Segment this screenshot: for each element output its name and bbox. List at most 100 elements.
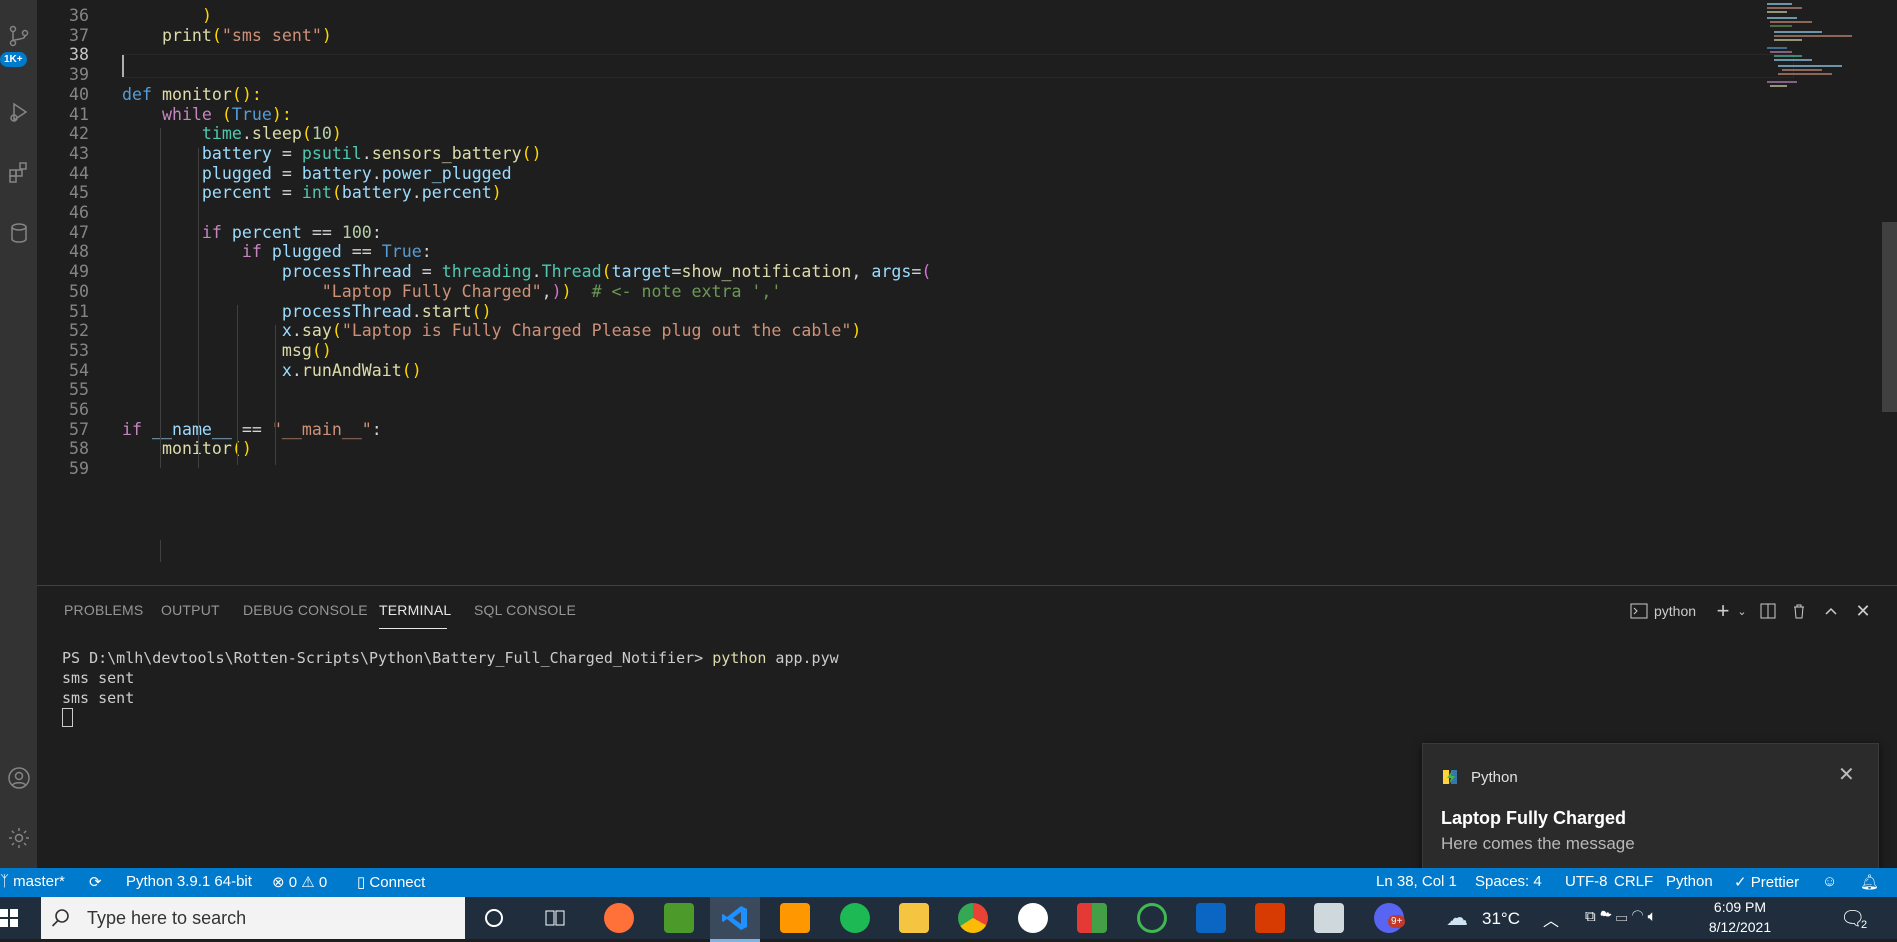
code-token: =	[671, 262, 682, 282]
editor-scrollbar[interactable]	[1882, 222, 1897, 412]
source-control-icon[interactable]	[0, 16, 37, 56]
microsoft-store-icon[interactable]	[1077, 903, 1107, 933]
code-token: .	[361, 143, 372, 163]
database-icon[interactable]	[0, 213, 37, 253]
tab-problems[interactable]: PROBLEMS	[64, 602, 143, 618]
code-token: percent	[122, 183, 282, 203]
cortana-icon[interactable]	[484, 908, 504, 928]
code-token: .	[291, 360, 302, 380]
tray-icons[interactable]: ⧉ ☁ ▭ ◠ 🔈︎	[1585, 908, 1657, 925]
chevron-down-icon[interactable]: ⌄	[1734, 600, 1750, 622]
code-token: True	[231, 104, 272, 124]
show-hidden-icons-chevron-icon[interactable]: ︿	[1543, 907, 1559, 931]
code-token: say	[301, 321, 332, 341]
terminal-args: app.pyw	[766, 649, 839, 667]
prettier-status[interactable]: ✓ Prettier	[1734, 873, 1799, 891]
taskbar-search-box[interactable]: Type here to search	[41, 897, 465, 939]
code-token: print	[122, 25, 212, 45]
code-token: )	[551, 281, 562, 301]
office-icon[interactable]	[1255, 903, 1285, 933]
vscode-taskbar-button[interactable]	[710, 897, 760, 942]
line-ending[interactable]: CRLF	[1614, 873, 1653, 890]
notification-toast[interactable]: Python ✕ Laptop Fully Charged Here comes…	[1422, 743, 1879, 887]
code-token: def	[122, 84, 162, 104]
trash-icon[interactable]	[1788, 600, 1810, 622]
terminal-output-line: sms sent	[62, 689, 135, 707]
encoding[interactable]: UTF-8	[1565, 873, 1608, 890]
code-token: :	[421, 242, 432, 262]
sublime-text-icon[interactable]	[780, 903, 810, 933]
python-interpreter[interactable]: Python 3.9.1 64-bit	[126, 873, 252, 890]
accounts-icon[interactable]	[0, 758, 37, 798]
windows-taskbar: Type here to search 9+ ☁ 31°C ︿ ⧉ ☁ ▭ ◠ …	[0, 897, 1897, 942]
new-terminal-plus-icon[interactable]: +	[1712, 598, 1734, 623]
notepad-icon[interactable]	[664, 903, 694, 933]
slack-icon[interactable]	[1018, 903, 1048, 933]
database-icon: ▯	[357, 874, 370, 891]
notification-app-name: Python	[1471, 769, 1518, 786]
notifications-bell-icon[interactable]: 🔔︎	[1860, 873, 1879, 891]
language-mode[interactable]: Python	[1666, 873, 1713, 890]
code-token: .	[241, 124, 252, 144]
close-panel-icon[interactable]: ✕	[1852, 600, 1874, 622]
settings-gear-icon[interactable]	[0, 818, 37, 858]
tab-output[interactable]: OUTPUT	[161, 602, 220, 618]
discord-badge: 9+	[1388, 915, 1406, 928]
code-token: (	[301, 124, 312, 144]
maximize-panel-icon[interactable]	[1820, 600, 1842, 622]
spotify-icon[interactable]	[840, 903, 870, 933]
tab-debug-console[interactable]: DEBUG CONSOLE	[243, 602, 368, 618]
code-token: )	[331, 124, 342, 144]
clock-date[interactable]: 8/12/2021	[1700, 919, 1780, 935]
weather-temperature[interactable]: 31°C	[1482, 909, 1520, 929]
code-token: )	[201, 6, 212, 25]
minimap[interactable]	[1762, 0, 1882, 120]
code-token: (	[601, 262, 612, 282]
action-center-count: 2	[1861, 919, 1868, 931]
windows-start-icon[interactable]	[0, 909, 18, 927]
code-token: "sms sent"	[221, 25, 322, 45]
warning-icon: ⚠	[301, 874, 315, 891]
code-token: ,	[851, 262, 872, 282]
git-branch[interactable]: ᛉ master*	[0, 873, 65, 890]
code-token: sensors_battery	[371, 143, 522, 163]
feedback-icon[interactable]: ☺	[1822, 873, 1837, 890]
file-explorer-icon[interactable]	[899, 903, 929, 933]
firefox-icon[interactable]	[604, 903, 634, 933]
chrome-icon[interactable]	[958, 903, 988, 933]
split-terminal-icon[interactable]	[1757, 600, 1779, 622]
app-ring-icon[interactable]	[1137, 903, 1167, 933]
problems-indicator[interactable]: ⊗ 0 ⚠ 0	[272, 873, 327, 891]
linkedin-icon[interactable]	[1196, 903, 1226, 933]
code-token: battery	[341, 183, 412, 203]
extensions-icon[interactable]	[0, 152, 37, 192]
tab-sql-console[interactable]: SQL CONSOLE	[474, 602, 576, 618]
code-token: msg	[122, 340, 312, 360]
line-number: 59	[69, 459, 89, 479]
weather-cloud-icon[interactable]: ☁	[1446, 905, 1468, 931]
tab-terminal[interactable]: TERMINAL	[379, 602, 451, 618]
sync-icon[interactable]: ⟳	[89, 873, 102, 891]
notification-title: Laptop Fully Charged	[1441, 808, 1627, 828]
code-token: args	[871, 262, 912, 282]
code-line[interactable]: 59	[37, 457, 1757, 481]
code-token: plugged	[122, 163, 282, 183]
warning-count: 0	[318, 874, 328, 891]
code-token: battery	[122, 143, 282, 163]
run-debug-icon[interactable]	[0, 92, 37, 132]
photos-icon[interactable]	[1314, 903, 1344, 933]
search-icon	[51, 909, 69, 927]
code-token: .	[411, 183, 422, 203]
terminal-name: python	[1654, 603, 1697, 619]
cursor-position[interactable]: Ln 38, Col 1	[1376, 873, 1457, 890]
discord-icon[interactable]: 9+	[1374, 903, 1406, 933]
code-token: )	[321, 25, 332, 45]
task-view-icon[interactable]	[544, 908, 566, 928]
terminal-selector[interactable]: python	[1630, 600, 1720, 622]
connect-button[interactable]: ▯ Connect	[357, 873, 425, 891]
indentation[interactable]: Spaces: 4	[1475, 873, 1542, 890]
clock-time[interactable]: 6:09 PM	[1700, 899, 1780, 915]
close-icon[interactable]: ✕	[1838, 762, 1855, 787]
code-editor[interactable]: 36 ) 37 print("sms sent") 38 39 40 def monito…	[37, 0, 1897, 585]
